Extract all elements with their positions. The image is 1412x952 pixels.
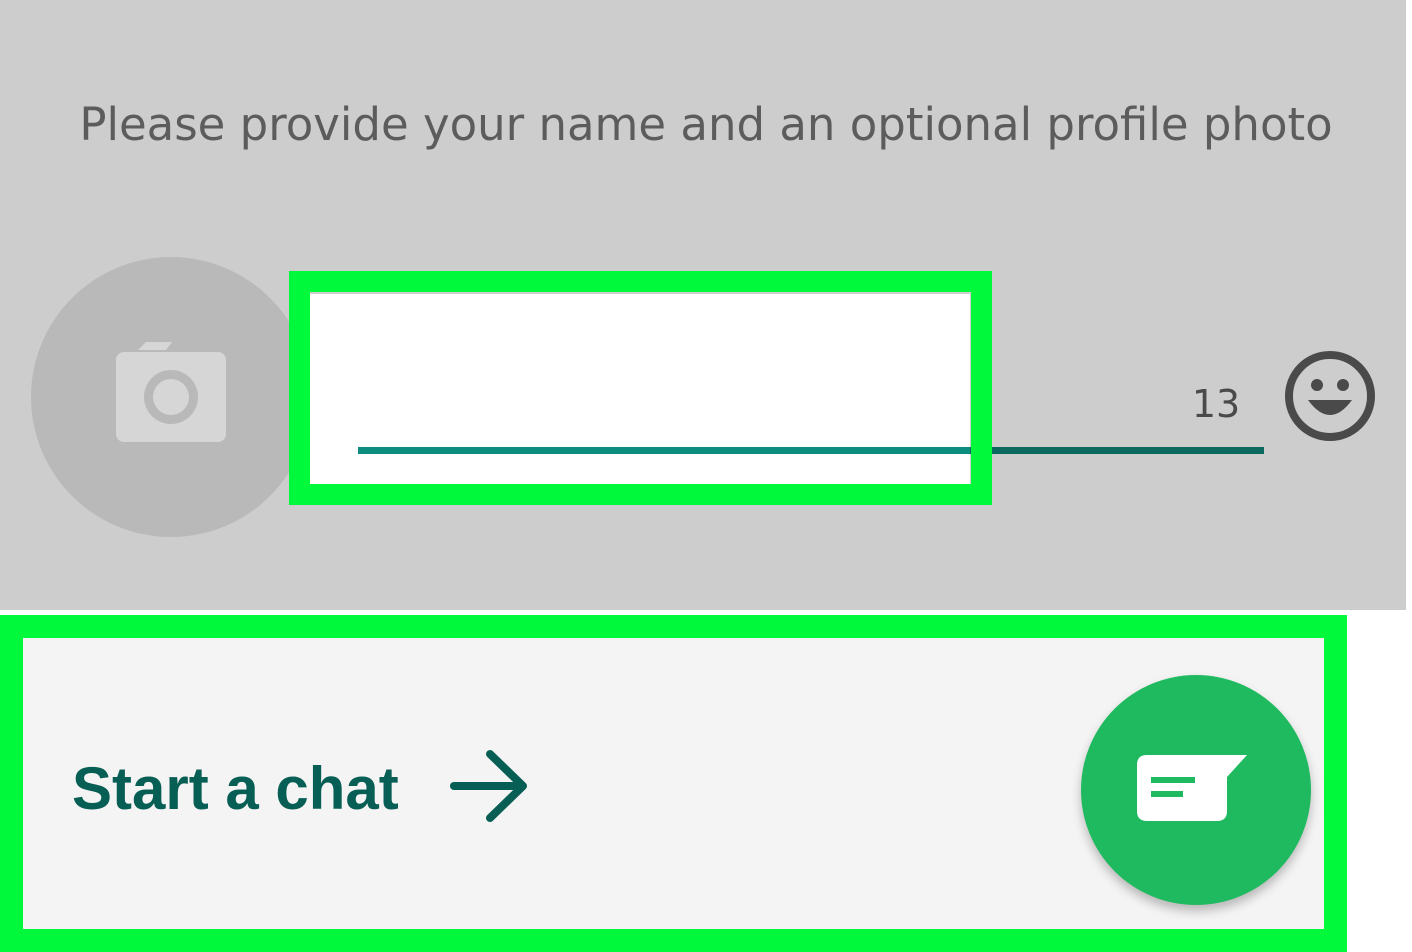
emoji-icon[interactable] xyxy=(1284,350,1376,442)
new-chat-fab[interactable] xyxy=(1081,675,1311,905)
arrow-right-icon[interactable] xyxy=(450,746,530,826)
profile-prompt-text: Please provide your name and an optional… xyxy=(79,98,1333,151)
character-count: 13 xyxy=(1191,382,1241,426)
start-chat-button[interactable]: Start a chat xyxy=(72,754,399,823)
name-input[interactable] xyxy=(310,294,970,484)
name-input-underline xyxy=(358,447,970,454)
camera-icon[interactable] xyxy=(116,342,226,442)
chat-icon xyxy=(1137,755,1247,821)
